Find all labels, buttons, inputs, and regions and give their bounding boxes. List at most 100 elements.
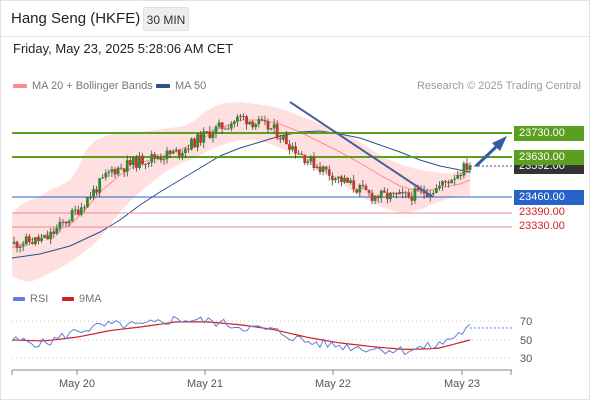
x-label-may23: May 23 — [444, 378, 480, 390]
candle-down — [444, 181, 447, 183]
candle-down — [168, 150, 172, 154]
candle-up — [321, 166, 325, 172]
candle-up — [337, 176, 340, 179]
candle-down — [284, 135, 288, 145]
x-label-may22: May 22 — [315, 378, 351, 390]
candle-up — [333, 178, 337, 181]
candle-down — [208, 131, 212, 138]
candle-up — [413, 188, 417, 201]
candle-up — [232, 121, 236, 124]
candle-up — [40, 237, 43, 241]
candle-up — [379, 190, 383, 199]
candle-up — [248, 121, 252, 125]
candle-down — [376, 195, 380, 199]
candle-up — [441, 181, 444, 186]
candle-down — [312, 156, 316, 168]
x-tick-may23: May 23 — [444, 370, 480, 390]
candle-up — [104, 172, 108, 178]
candle-up — [86, 197, 89, 208]
candle-up — [196, 134, 200, 148]
candle-up — [431, 192, 435, 195]
candle-up — [125, 160, 129, 172]
ma9-swatch — [62, 297, 74, 302]
candle-down — [260, 119, 264, 121]
candle-up — [358, 184, 362, 193]
candle-up — [239, 116, 242, 118]
candle-down — [382, 190, 386, 193]
pivot-label: 23460.00 — [514, 190, 584, 205]
candle-down — [401, 191, 405, 194]
candle-up — [55, 228, 59, 234]
support-label-2: 23330.00 — [519, 220, 565, 232]
candle-up — [174, 149, 178, 152]
candle-up — [92, 189, 95, 198]
candle-up — [67, 221, 71, 224]
rsi-tick-50: 50 — [520, 335, 532, 347]
candle-down — [153, 154, 157, 159]
candle-up — [450, 179, 454, 184]
candle-down — [95, 189, 99, 193]
candle-down — [275, 124, 279, 139]
candle-up — [89, 197, 92, 199]
candle-down — [278, 138, 282, 140]
candle-down — [128, 160, 132, 166]
candle-down — [266, 121, 270, 130]
candle-down — [251, 121, 255, 128]
candle-down — [64, 221, 68, 224]
candle-up — [24, 236, 28, 245]
candle-down — [37, 237, 40, 241]
x-label-may20: May 20 — [59, 378, 95, 390]
candle-up — [165, 150, 169, 160]
candle-down — [324, 166, 328, 170]
candle-up — [79, 207, 83, 215]
candle-down — [352, 180, 356, 190]
rsi-line — [11, 315, 471, 356]
candle-down — [263, 119, 267, 122]
candle-up — [131, 157, 135, 166]
candle-down — [288, 144, 291, 150]
candle-down — [30, 242, 34, 245]
candle-down — [318, 166, 322, 172]
candle-up — [398, 191, 402, 195]
candle-up — [162, 159, 166, 161]
legend-rsi: RSI — [13, 293, 48, 305]
x-tick-may21: May 21 — [187, 370, 223, 390]
candle-down — [193, 138, 196, 148]
candle-up — [257, 119, 261, 125]
candle-up — [98, 178, 102, 193]
candle-down — [407, 192, 411, 197]
candle-down — [226, 128, 230, 130]
candle-up — [468, 165, 472, 170]
x-tick-may22: May 22 — [315, 370, 351, 390]
rsi-9ma-line — [11, 321, 471, 351]
candle-down — [76, 209, 80, 215]
support-label-1: 23390.00 — [519, 206, 565, 218]
candle-down — [392, 192, 395, 194]
candle-up — [43, 235, 47, 238]
candle-down — [199, 134, 203, 143]
candle-up — [437, 185, 441, 189]
candle-up — [12, 241, 16, 244]
candle-down — [303, 154, 307, 164]
candle-up — [171, 151, 175, 154]
candle-down — [242, 116, 245, 118]
x-tick-may20: May 20 — [59, 370, 95, 390]
candle-up — [456, 174, 460, 179]
candle-down — [346, 177, 349, 183]
candle-down — [122, 168, 126, 172]
candle-down — [159, 157, 163, 160]
legend-9ma: 9MA — [62, 293, 102, 305]
candle-up — [18, 246, 22, 249]
candle-down — [355, 189, 359, 193]
candle-down — [220, 122, 224, 129]
candle-down — [385, 192, 389, 200]
x-label-may21: May 21 — [187, 378, 223, 390]
candle-down — [465, 163, 469, 170]
candle-up — [211, 134, 215, 138]
candle-down — [330, 175, 334, 181]
candle-down — [370, 192, 374, 201]
candle-up — [453, 178, 457, 180]
candle-down — [141, 155, 144, 165]
candle-down — [15, 241, 19, 249]
candle-up — [110, 169, 114, 172]
